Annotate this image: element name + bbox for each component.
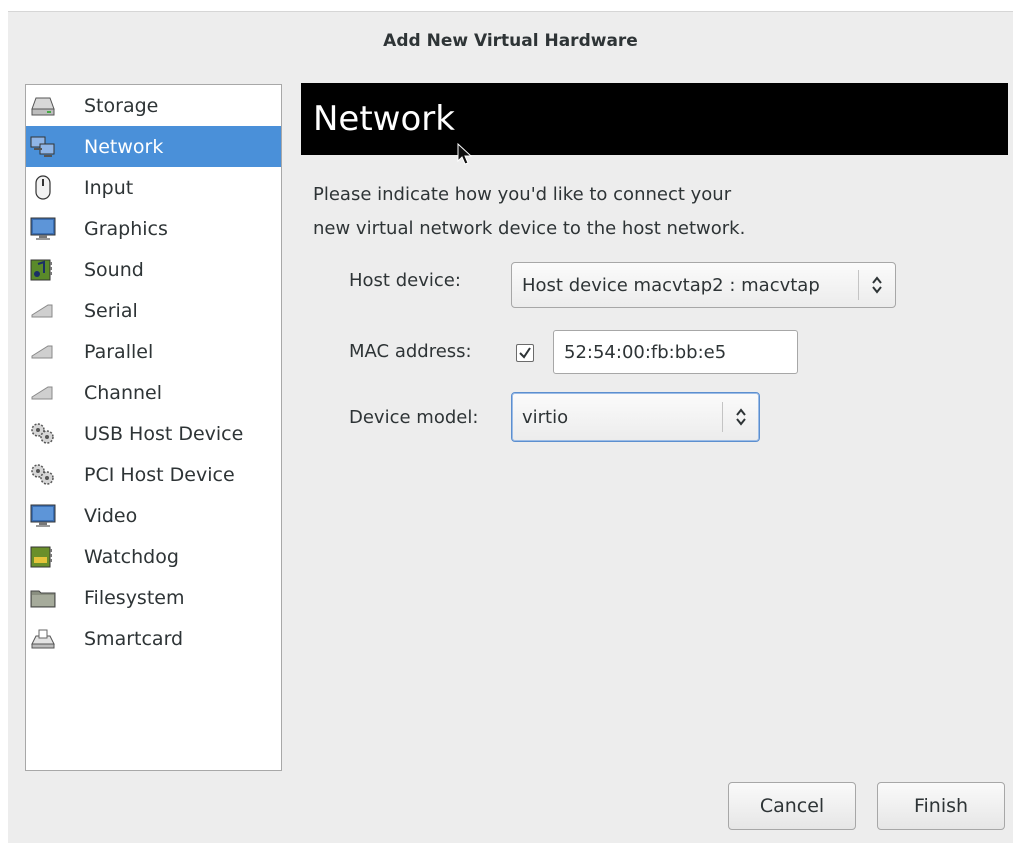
sidebar-item-input[interactable]: Input <box>26 167 281 208</box>
sidebar-item-label: Parallel <box>84 340 154 363</box>
up-down-chevron-icon <box>723 408 759 426</box>
sidebar-item-video[interactable]: Video <box>26 495 281 536</box>
smartcard-icon <box>30 626 56 652</box>
mac-address-checkbox[interactable] <box>516 344 534 362</box>
sidebar-item-label: Graphics <box>84 217 168 240</box>
watchdog-card-icon <box>30 544 56 570</box>
sidebar-item-smartcard[interactable]: Smartcard <box>26 618 281 659</box>
section-heading: Network <box>313 99 455 139</box>
sidebar-item-label: Serial <box>84 299 138 322</box>
host-device-select[interactable]: Host device macvtap2 : macvtap <box>511 262 896 308</box>
sidebar-item-filesystem[interactable]: Filesystem <box>26 577 281 618</box>
section-banner: Network <box>301 83 1008 155</box>
sidebar-item-serial[interactable]: Serial <box>26 290 281 331</box>
cancel-button[interactable]: Cancel <box>728 782 856 830</box>
sidebar-item-pci-host-device[interactable]: PCI Host Device <box>26 454 281 495</box>
folder-icon <box>30 585 56 611</box>
sidebar-item-watchdog[interactable]: Watchdog <box>26 536 281 577</box>
sidebar-item-label: Sound <box>84 258 144 281</box>
sidebar-item-label: Video <box>84 504 138 527</box>
sound-card-icon <box>30 257 56 283</box>
add-hardware-dialog: Add New Virtual Hardware Storage Network… <box>8 11 1013 843</box>
hardware-type-list[interactable]: Storage Network Input Graphics Sound Ser… <box>25 84 282 771</box>
parallel-plug-icon <box>30 339 56 365</box>
sidebar-item-label: Smartcard <box>84 627 184 650</box>
video-monitor-icon <box>30 503 56 529</box>
mouse-icon <box>30 174 56 201</box>
usb-gears-icon <box>30 421 56 447</box>
device-model-value: virtio <box>522 406 569 428</box>
mac-address-field[interactable]: 52:54:00:fb:bb:e5 <box>553 330 798 374</box>
sidebar-item-label: Channel <box>84 381 163 404</box>
sidebar-item-label: Storage <box>84 94 159 117</box>
description-line-1: Please indicate how you'd like to connec… <box>313 184 732 205</box>
sidebar-item-label: USB Host Device <box>84 422 244 445</box>
channel-plug-icon <box>30 380 56 406</box>
up-down-chevron-icon <box>859 276 895 294</box>
mac-address-label: MAC address: <box>349 341 472 362</box>
network-icon <box>30 134 56 160</box>
sidebar-item-label: Watchdog <box>84 545 179 568</box>
storage-icon <box>30 93 56 119</box>
finish-button[interactable]: Finish <box>877 782 1005 830</box>
sidebar-item-storage[interactable]: Storage <box>26 85 281 126</box>
checkmark-icon <box>519 347 531 359</box>
description-line-2: new virtual network device to the host n… <box>313 218 746 239</box>
host-device-label: Host device: <box>349 270 461 291</box>
sidebar-item-parallel[interactable]: Parallel <box>26 331 281 372</box>
sidebar-item-label: PCI Host Device <box>84 463 235 486</box>
sidebar-item-channel[interactable]: Channel <box>26 372 281 413</box>
sidebar-item-label: Input <box>84 176 134 199</box>
pci-gears-icon <box>30 462 56 488</box>
sidebar-item-network[interactable]: Network <box>26 126 281 167</box>
sidebar-item-sound[interactable]: Sound <box>26 249 281 290</box>
host-device-value: Host device macvtap2 : macvtap <box>522 274 820 296</box>
serial-plug-icon <box>30 298 56 324</box>
monitor-icon <box>30 216 56 242</box>
sidebar-item-graphics[interactable]: Graphics <box>26 208 281 249</box>
mac-address-value: 52:54:00:fb:bb:e5 <box>564 341 727 363</box>
sidebar-item-usb-host-device[interactable]: USB Host Device <box>26 413 281 454</box>
device-model-label: Device model: <box>349 407 479 428</box>
mouse-pointer-icon <box>457 142 473 171</box>
section-description: Please indicate how you'd like to connec… <box>313 178 745 246</box>
sidebar-item-label: Filesystem <box>84 586 185 609</box>
dialog-title: Add New Virtual Hardware <box>383 31 638 51</box>
device-model-select[interactable]: virtio <box>511 392 760 442</box>
sidebar-item-label: Network <box>84 135 164 158</box>
